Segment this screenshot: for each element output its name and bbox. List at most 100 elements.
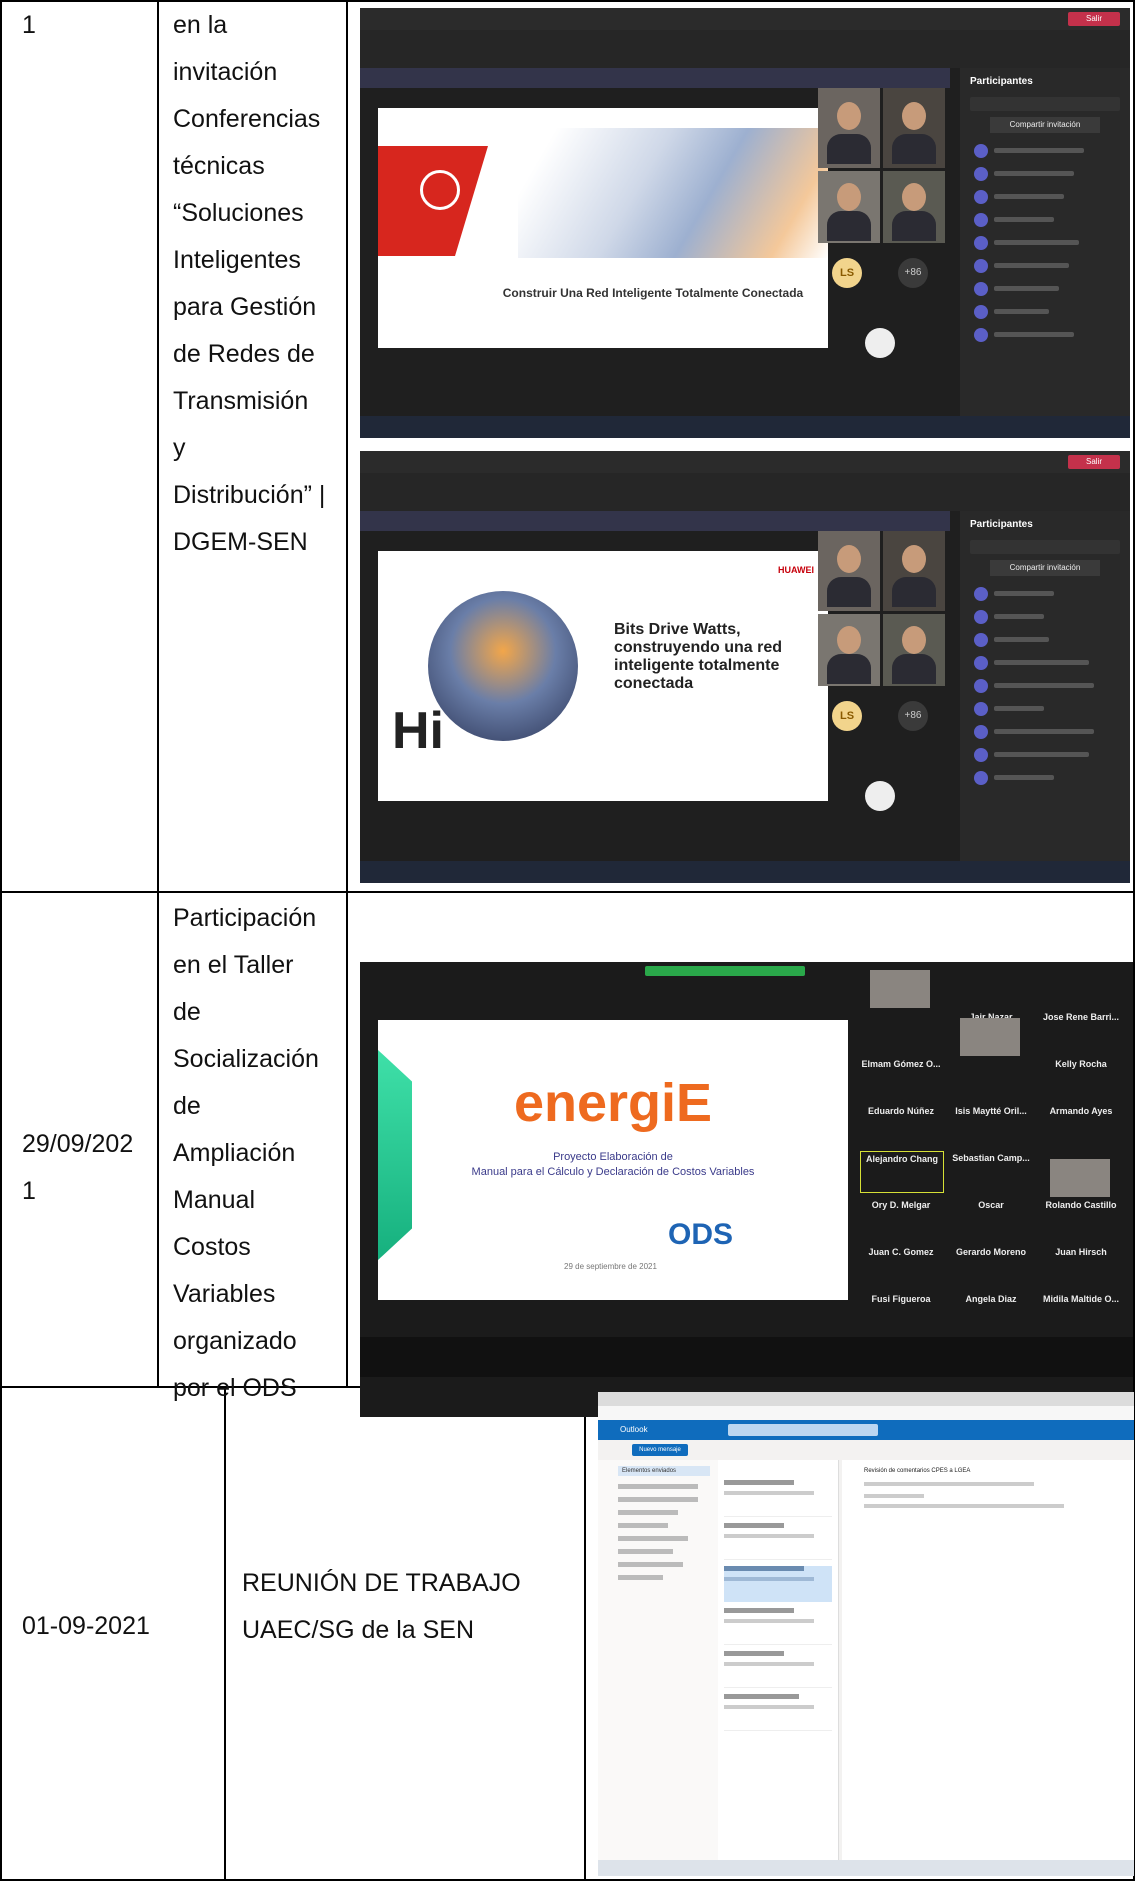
message-item[interactable] (724, 1694, 832, 1731)
activity-line: técnicas (173, 152, 265, 180)
activity-line: Ampliación (173, 1139, 296, 1167)
folder-item[interactable] (618, 1575, 663, 1580)
participant-name: Rolando Castillo (1045, 1200, 1117, 1210)
activity-line: de (173, 1092, 201, 1120)
participant-row[interactable] (960, 208, 1130, 231)
participant-row[interactable] (960, 277, 1130, 300)
browser-tabbar (598, 1392, 1134, 1406)
participant-tile[interactable]: Ory D. Melgar (860, 1198, 942, 1238)
participant-tile[interactable]: Isis Maytté Oril... (950, 1104, 1032, 1144)
slide-title: Bits Drive Watts, construyendo una red i… (614, 621, 782, 693)
message-item-selected[interactable] (724, 1566, 832, 1602)
participant-video (883, 88, 945, 168)
windows-taskbar (598, 1860, 1134, 1876)
activity-line: Variables (173, 1280, 276, 1308)
participant-row[interactable] (960, 231, 1130, 254)
activity-line: de (173, 998, 201, 1026)
folder-item[interactable] (618, 1523, 668, 1528)
participant-row[interactable] (960, 720, 1130, 743)
share-invite-button[interactable]: Compartir invitación (990, 117, 1100, 133)
participant-row[interactable] (960, 766, 1130, 789)
participant-row[interactable] (960, 651, 1130, 674)
participant-row[interactable] (960, 697, 1130, 720)
participant-row[interactable] (960, 743, 1130, 766)
message-item[interactable] (724, 1523, 832, 1560)
participant-tile[interactable]: Armando Ayes (1040, 1104, 1122, 1144)
row1-number: 1 (22, 2, 36, 49)
participant-tile[interactable]: Sebastian Camp... (950, 1151, 1032, 1191)
participant-tile[interactable]: Alejandro Chang (860, 1151, 944, 1193)
participant-tile[interactable]: Fusi Figueroa (860, 1292, 942, 1332)
message-item[interactable] (724, 1608, 832, 1645)
activity-line: UAEC/SG de la SEN (242, 1616, 475, 1644)
recording-banner (360, 511, 950, 531)
meeting-toolbar (360, 473, 1130, 511)
participant-tile[interactable]: Jose Rene Barri... (1040, 1010, 1122, 1050)
participant-row[interactable] (960, 139, 1130, 162)
participant-tile[interactable]: Elmam Gómez O... (860, 1057, 942, 1097)
folder-item[interactable] (618, 1549, 673, 1554)
message-item[interactable] (724, 1480, 832, 1517)
recording-banner (360, 68, 950, 88)
leave-button[interactable]: Salir (1068, 12, 1120, 26)
meeting-toolbar (360, 30, 1130, 68)
folder-item[interactable]: Elementos enviados (618, 1466, 710, 1476)
participants-panel: Participantes Compartir invitación (960, 511, 1130, 861)
participant-tile[interactable]: Midila Maltide O... (1040, 1292, 1122, 1332)
participant-name: Armando Ayes (1049, 1106, 1113, 1116)
participant-video (818, 531, 880, 611)
window-titlebar (360, 451, 1130, 473)
folder-item[interactable] (618, 1536, 688, 1541)
slide-title-line: conectada (614, 675, 694, 692)
panel-title: Participantes (970, 519, 1033, 530)
search-box[interactable] (728, 1424, 878, 1436)
shared-slide: HUAWEI Hi Bits Drive Watts, construyendo… (378, 551, 828, 801)
folder-item[interactable] (618, 1484, 698, 1489)
leave-button[interactable]: Salir (1068, 455, 1120, 469)
windows-taskbar (360, 416, 1130, 438)
participant-row[interactable] (960, 605, 1130, 628)
folder-item[interactable] (618, 1562, 683, 1567)
participant-row[interactable] (960, 254, 1130, 277)
participant-row[interactable] (960, 162, 1130, 185)
activity-line: y (173, 434, 186, 462)
search-participants-input[interactable] (970, 540, 1120, 554)
activity-line: Socialización (173, 1045, 319, 1073)
date-line: 29/09/202 (22, 1130, 134, 1158)
activity-line: organizado (173, 1327, 297, 1355)
participant-tile[interactable]: Oscar (950, 1198, 1032, 1238)
activity-line: invitación (173, 58, 278, 86)
participant-video (1050, 1159, 1110, 1197)
participant-tile[interactable]: Eduardo Núñez (860, 1104, 942, 1144)
participant-tile[interactable]: Juan Hirsch (1040, 1245, 1122, 1285)
new-message-button[interactable]: Nuevo mensaje (632, 1444, 688, 1456)
outlook-screenshot: Outlook Nuevo mensaje Elementos enviados… (598, 1392, 1134, 1876)
participant-tile[interactable]: Angela Diaz (950, 1292, 1032, 1332)
participant-tile[interactable]: Juan C. Gomez (860, 1245, 942, 1285)
search-participants-input[interactable] (970, 97, 1120, 111)
screen-share-banner (645, 966, 805, 976)
activity-line: DGEM-SEN (173, 528, 308, 556)
participant-row[interactable] (960, 185, 1130, 208)
participant-name: Juan C. Gomez (868, 1247, 934, 1257)
message-item[interactable] (724, 1651, 832, 1688)
message-list (718, 1460, 839, 1860)
activity-line: Inteligentes (173, 246, 301, 274)
participant-name: Midila Maltide O... (1042, 1294, 1119, 1304)
participant-row[interactable] (960, 582, 1130, 605)
folder-item[interactable] (618, 1497, 698, 1502)
row-number: 1 (22, 11, 36, 39)
participant-tile[interactable]: Rolando Castillo (1040, 1198, 1122, 1238)
participant-row[interactable] (960, 300, 1130, 323)
participant-row[interactable] (960, 628, 1130, 651)
more-participants-icon[interactable]: +86 (898, 258, 928, 288)
participant-tile[interactable]: Kelly Rocha (1040, 1057, 1122, 1097)
participant-row[interactable] (960, 674, 1130, 697)
col-divider-2 (346, 0, 348, 1387)
participant-tile[interactable]: Gerardo Moreno (950, 1245, 1032, 1285)
participant-row[interactable] (960, 323, 1130, 346)
share-invite-button[interactable]: Compartir invitación (990, 560, 1100, 576)
table-border-top (0, 0, 1135, 2)
more-participants-icon[interactable]: +86 (898, 701, 928, 731)
folder-item[interactable] (618, 1510, 678, 1515)
